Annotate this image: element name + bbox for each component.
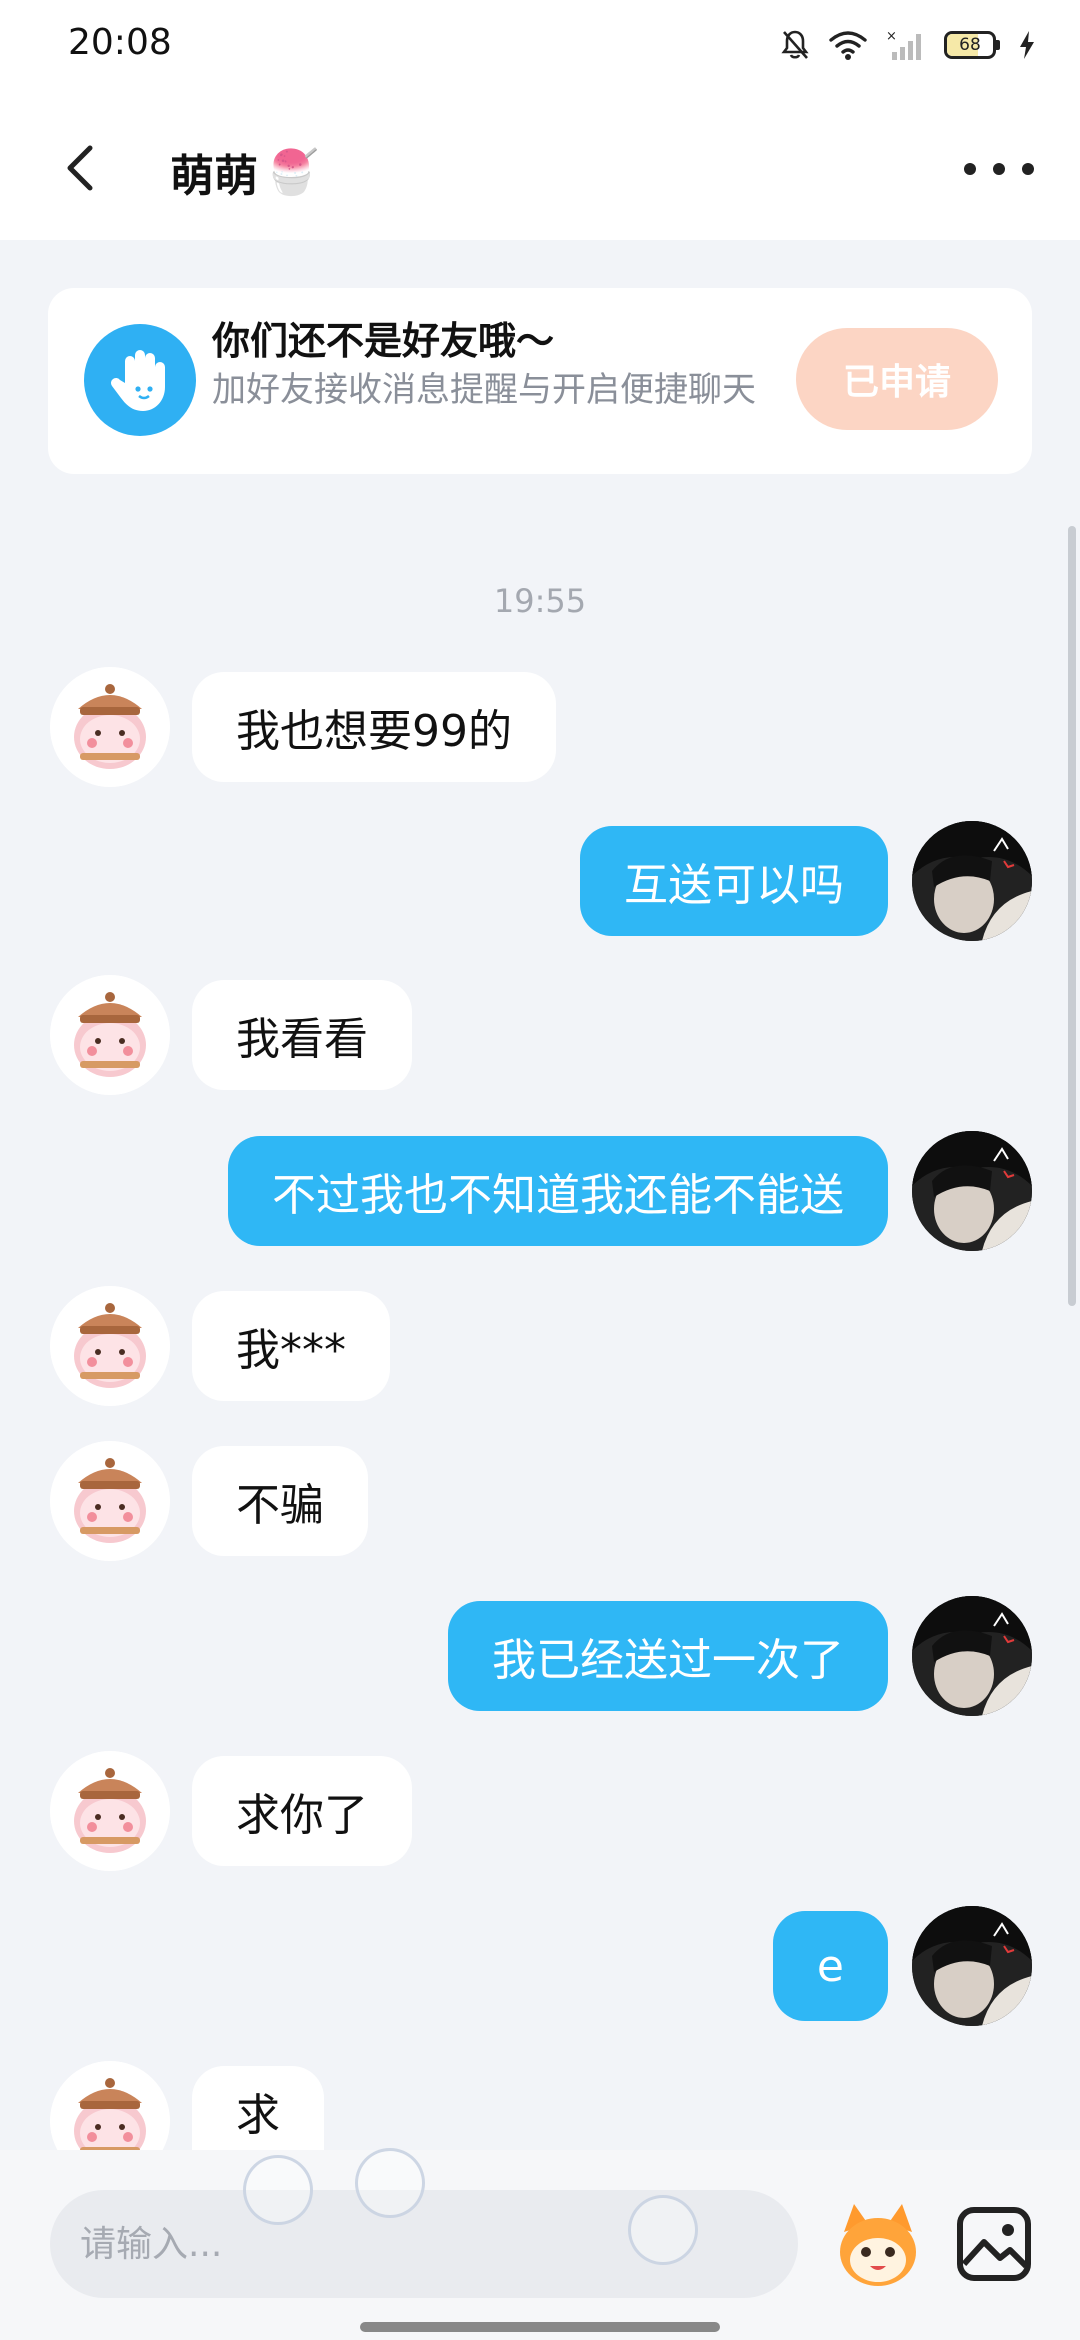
scrollbar[interactable] <box>1068 526 1076 1306</box>
svg-text:×: × <box>886 29 897 44</box>
contact-avatar[interactable] <box>50 1751 170 1871</box>
sent-message-bubble[interactable]: e <box>772 1911 888 2021</box>
contact-avatar[interactable] <box>50 1441 170 1561</box>
chat-header: 萌萌 🍧 <box>0 100 1080 240</box>
contact-avatar[interactable] <box>50 975 170 1095</box>
my-avatar[interactable] <box>912 821 1032 941</box>
contact-avatar[interactable] <box>50 667 170 787</box>
back-arrow-icon[interactable] <box>52 138 112 198</box>
status-time: 20:08 <box>68 22 172 63</box>
received-message-bubble[interactable]: 求 <box>192 2066 324 2156</box>
battery-level: 68 <box>959 35 981 55</box>
floating-circle <box>243 2155 313 2225</box>
received-message-bubble[interactable]: 我看看 <box>192 980 412 1090</box>
contact-avatar[interactable] <box>50 1286 170 1406</box>
my-avatar[interactable] <box>912 1596 1032 1716</box>
shaved-ice-emoji-icon: 🍧 <box>264 147 319 198</box>
chat-title[interactable]: 萌萌 🍧 <box>170 140 319 204</box>
input-bar <box>0 2150 1080 2340</box>
received-message-bubble[interactable]: 求你了 <box>192 1756 412 1866</box>
message-timestamp: 19:55 <box>493 582 587 620</box>
mute-bell-icon <box>781 30 809 59</box>
home-indicator[interactable] <box>360 2322 720 2332</box>
sticker-icon[interactable] <box>830 2196 926 2292</box>
floating-circle <box>355 2148 425 2218</box>
charging-icon <box>1020 31 1034 59</box>
contact-name: 萌萌 <box>170 151 258 202</box>
hand-wave-icon <box>84 324 196 436</box>
my-avatar[interactable] <box>912 1131 1032 1251</box>
status-icons: × 68 <box>780 28 1036 62</box>
friend-prompt-subtitle: 加好友接收消息提醒与开启便捷聊天 <box>212 370 756 410</box>
wifi-icon <box>829 31 867 60</box>
friend-request-card: 你们还不是好友哦～ 加好友接收消息提醒与开启便捷聊天 已申请 <box>48 288 1032 474</box>
signal-icon: × <box>886 29 921 60</box>
my-avatar[interactable] <box>912 1906 1032 2026</box>
status-bar: 20:08 × 68 <box>0 0 1080 100</box>
sent-message-bubble[interactable]: 不过我也不知道我还能不能送 <box>228 1136 888 1246</box>
friend-prompt-title: 你们还不是好友哦～ <box>212 319 555 363</box>
applied-button[interactable]: 已申请 <box>796 328 998 430</box>
more-options-icon[interactable] <box>964 144 1034 194</box>
image-icon[interactable] <box>954 2204 1034 2284</box>
battery-icon: 68 <box>944 31 1000 59</box>
sent-message-bubble[interactable]: 我已经送过一次了 <box>448 1601 888 1711</box>
floating-circle <box>628 2195 698 2265</box>
received-message-bubble[interactable]: 我也想要99的 <box>192 672 556 782</box>
sent-message-bubble[interactable]: 互送可以吗 <box>580 826 888 936</box>
received-message-bubble[interactable]: 不骗 <box>192 1446 368 1556</box>
received-message-bubble[interactable]: 我*** <box>192 1291 390 1401</box>
